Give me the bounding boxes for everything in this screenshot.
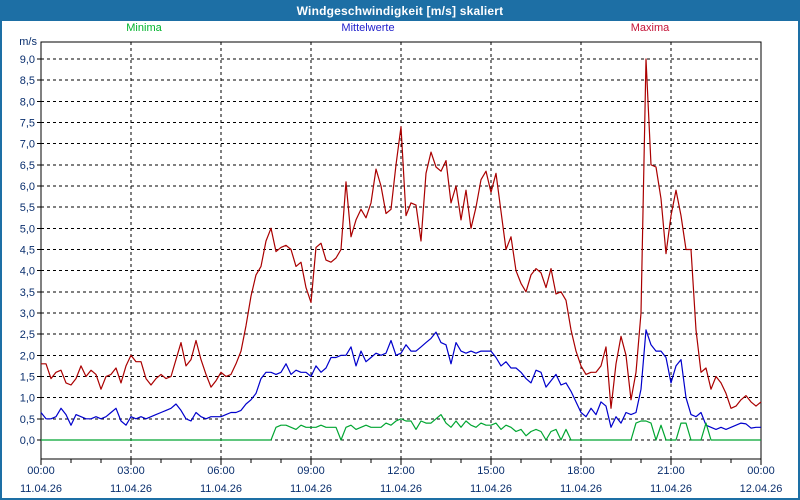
svg-text:18:00: 18:00 <box>567 465 595 477</box>
svg-text:2,0: 2,0 <box>20 350 35 362</box>
svg-text:6,5: 6,5 <box>20 160 35 172</box>
svg-text:11.04.26: 11.04.26 <box>20 483 62 495</box>
svg-text:00:00: 00:00 <box>747 465 775 477</box>
svg-text:9,0: 9,0 <box>20 54 35 66</box>
svg-text:11.04.26: 11.04.26 <box>200 483 242 495</box>
svg-text:0,5: 0,5 <box>20 414 35 426</box>
svg-text:7,0: 7,0 <box>20 139 35 151</box>
svg-text:00:00: 00:00 <box>27 465 55 477</box>
svg-text:1,5: 1,5 <box>20 372 35 384</box>
svg-text:2,5: 2,5 <box>20 329 35 341</box>
svg-text:3,0: 3,0 <box>20 308 35 320</box>
svg-text:4,0: 4,0 <box>20 266 35 278</box>
svg-text:1,0: 1,0 <box>20 393 35 405</box>
svg-text:12:00: 12:00 <box>387 465 415 477</box>
svg-text:12.04.26: 12.04.26 <box>740 483 783 495</box>
svg-text:11.04.26: 11.04.26 <box>110 483 152 495</box>
svg-text:11.04.26: 11.04.26 <box>470 483 512 495</box>
svg-text:7,5: 7,5 <box>20 118 35 130</box>
svg-text:11.04.26: 11.04.26 <box>560 483 602 495</box>
svg-text:11.04.26: 11.04.26 <box>650 483 692 495</box>
svg-text:06:00: 06:00 <box>207 465 235 477</box>
svg-text:11.04.26: 11.04.26 <box>290 483 332 495</box>
svg-text:11.04.26: 11.04.26 <box>380 483 422 495</box>
svg-text:21:00: 21:00 <box>657 465 685 477</box>
chart-window: Windgeschwindigkeit [m/s] skaliert Minim… <box>0 0 800 500</box>
svg-text:6,0: 6,0 <box>20 181 35 193</box>
svg-text:0,0: 0,0 <box>20 435 35 447</box>
svg-text:09:00: 09:00 <box>297 465 325 477</box>
svg-text:5,5: 5,5 <box>20 202 35 214</box>
svg-text:03:00: 03:00 <box>117 465 145 477</box>
svg-text:3,5: 3,5 <box>20 287 35 299</box>
svg-text:8,0: 8,0 <box>20 96 35 108</box>
svg-text:8,5: 8,5 <box>20 75 35 87</box>
svg-text:15:00: 15:00 <box>477 465 505 477</box>
svg-text:5,0: 5,0 <box>20 223 35 235</box>
wind-speed-line-chart: 0,0 0,5 1,0 1,5 2,0 2,5 3,0 3,5 4,0 4,5 5,0 5,5 6,0 6… <box>20 41 783 495</box>
svg-text:4,5: 4,5 <box>20 245 35 257</box>
